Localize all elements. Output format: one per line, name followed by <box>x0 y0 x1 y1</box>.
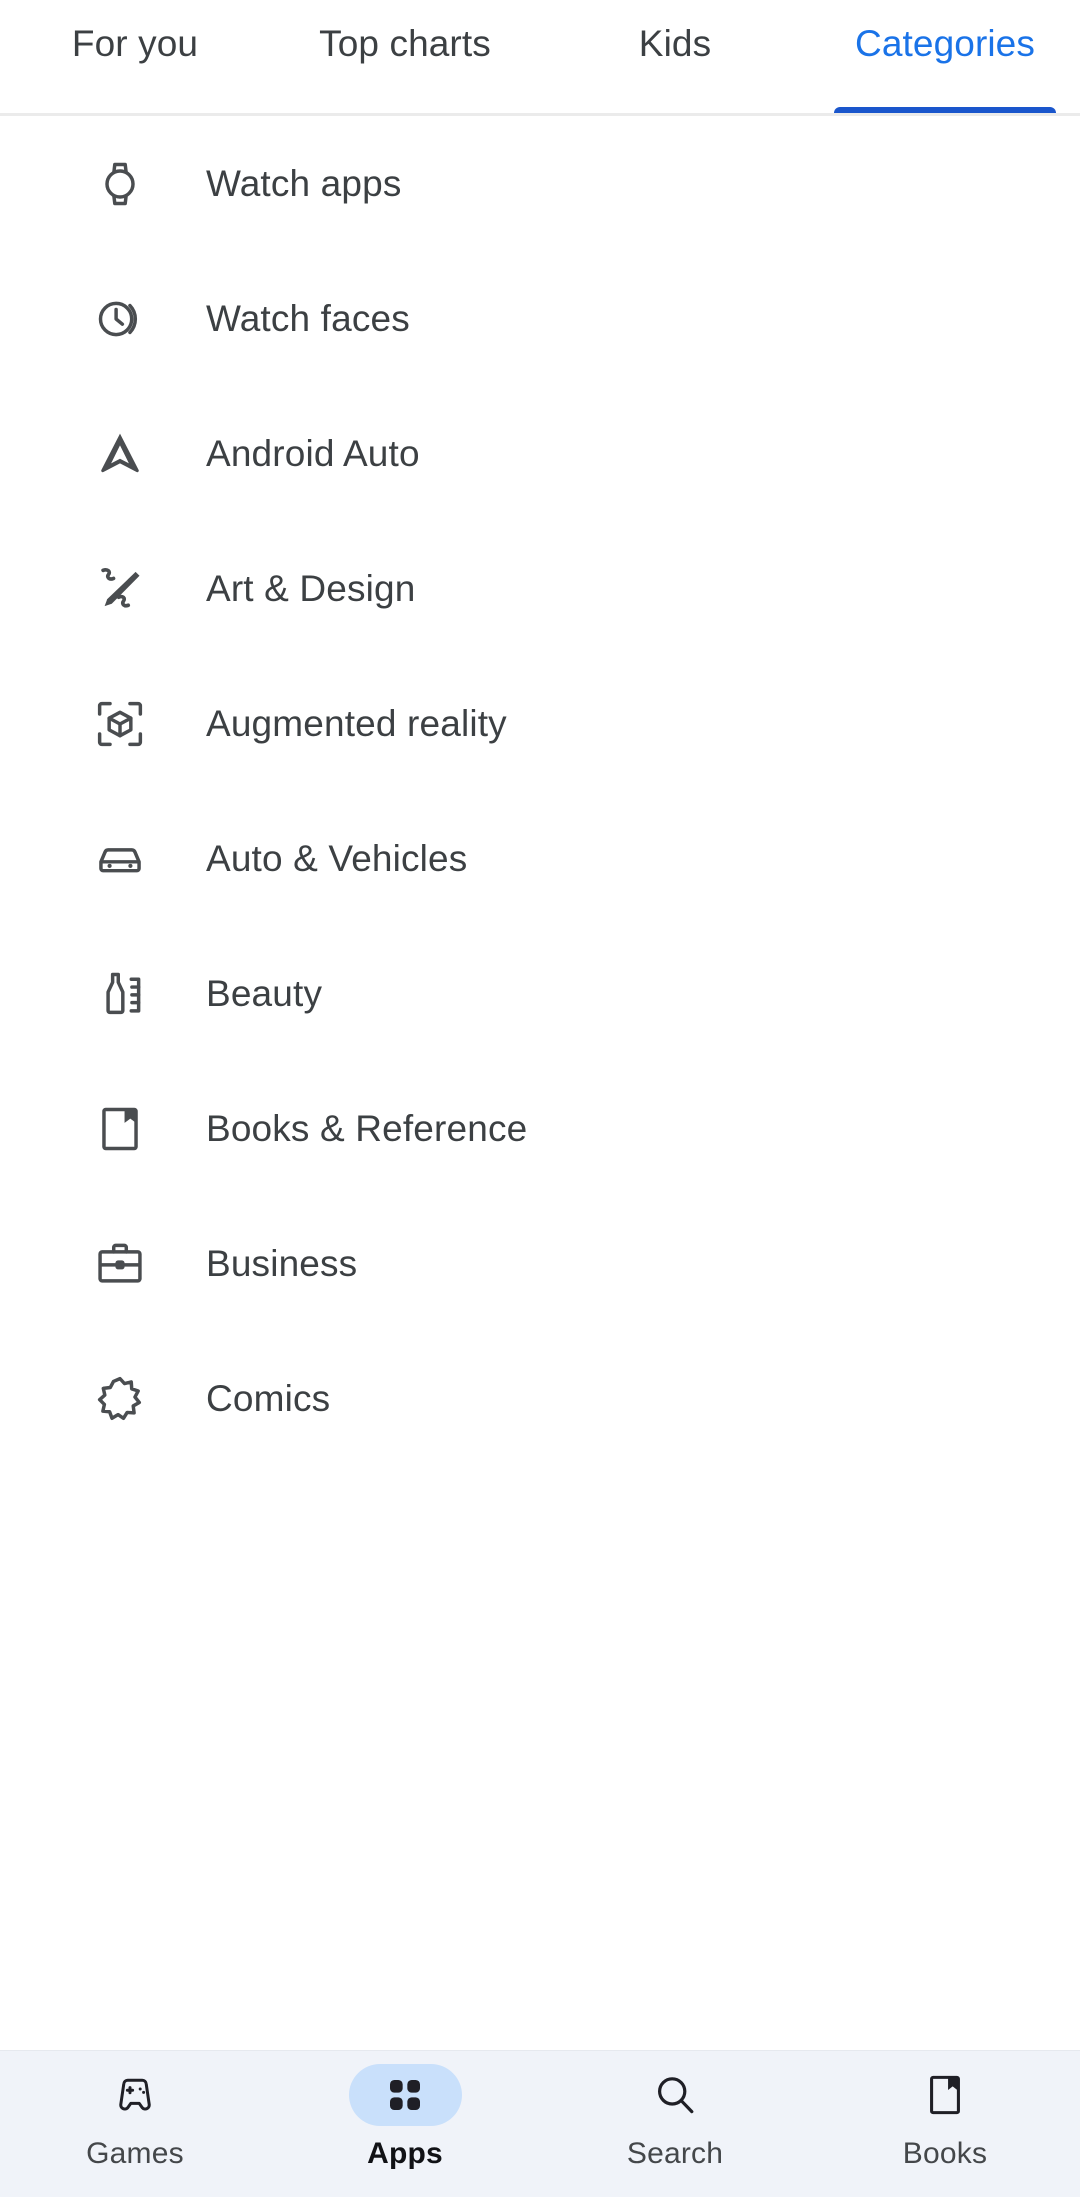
nav-label: Games <box>86 2137 184 2170</box>
category-row-beauty[interactable]: Beauty <box>0 926 1080 1061</box>
tab-kids[interactable]: Kids <box>540 0 810 116</box>
nav-pill <box>889 2064 1002 2126</box>
gamepad-icon <box>111 2071 159 2119</box>
category-label: Art & Design <box>206 567 416 609</box>
nav-label: Apps <box>367 2137 443 2170</box>
category-label: Android Auto <box>206 432 420 474</box>
ar-cube-icon <box>92 696 148 752</box>
nav-item-apps[interactable]: Apps <box>270 2051 540 2198</box>
nav-label: Books <box>902 2137 988 2170</box>
category-list[interactable]: Watch apps Watch faces Android Auto Art … <box>0 116 1080 2050</box>
category-row-auto-vehicles[interactable]: Auto & Vehicles <box>0 791 1080 926</box>
android-auto-icon <box>92 426 148 482</box>
category-label: Watch faces <box>206 297 410 339</box>
nav-item-books[interactable]: Books <box>810 2051 1080 2198</box>
top-tab-bar: For you Top charts Kids Categories <box>0 0 1080 116</box>
tab-label: Kids <box>638 23 712 64</box>
category-row-augmented-reality[interactable]: Augmented reality <box>0 656 1080 791</box>
category-row-books-reference[interactable]: Books & Reference <box>0 1061 1080 1196</box>
car-icon <box>92 831 148 887</box>
search-icon <box>651 2071 699 2119</box>
category-row-android-auto[interactable]: Android Auto <box>0 386 1080 521</box>
tab-label: Categories <box>855 23 1035 64</box>
category-row-business[interactable]: Business <box>0 1196 1080 1331</box>
category-label: Comics <box>206 1377 331 1419</box>
category-label: Auto & Vehicles <box>206 837 468 879</box>
tab-label: Top charts <box>319 23 491 64</box>
brush-pencil-icon <box>92 561 148 617</box>
watch-icon <box>92 156 148 212</box>
nav-pill <box>348 2064 462 2126</box>
category-row-art-design[interactable]: Art & Design <box>0 521 1080 656</box>
category-label: Business <box>206 1242 358 1284</box>
watch-face-clock-icon <box>92 291 148 347</box>
nail-polish-comb-icon <box>92 966 148 1022</box>
tab-for-you[interactable]: For you <box>0 0 270 116</box>
bottom-navigation-bar: Games Apps Search Books <box>0 2050 1080 2197</box>
category-label: Watch apps <box>206 162 402 204</box>
nav-item-games[interactable]: Games <box>0 2051 270 2198</box>
category-label: Books & Reference <box>206 1107 528 1149</box>
books-icon <box>922 2072 968 2118</box>
nav-pill <box>79 2064 192 2126</box>
tab-categories[interactable]: Categories <box>810 0 1080 116</box>
category-label: Augmented reality <box>206 702 507 744</box>
apps-grid-icon <box>385 2075 425 2115</box>
category-row-watch-apps[interactable]: Watch apps <box>0 116 1080 251</box>
nav-pill <box>619 2064 732 2126</box>
tab-label: For you <box>71 23 199 64</box>
category-row-watch-faces[interactable]: Watch faces <box>0 251 1080 386</box>
briefcase-icon <box>92 1236 148 1292</box>
category-label: Beauty <box>206 972 323 1014</box>
comic-burst-icon <box>92 1371 148 1427</box>
nav-label: Search <box>626 2137 724 2170</box>
tab-top-charts[interactable]: Top charts <box>270 0 540 116</box>
nav-item-search[interactable]: Search <box>540 2051 810 2198</box>
book-bookmark-icon <box>92 1101 148 1157</box>
category-row-comics[interactable]: Comics <box>0 1331 1080 1466</box>
